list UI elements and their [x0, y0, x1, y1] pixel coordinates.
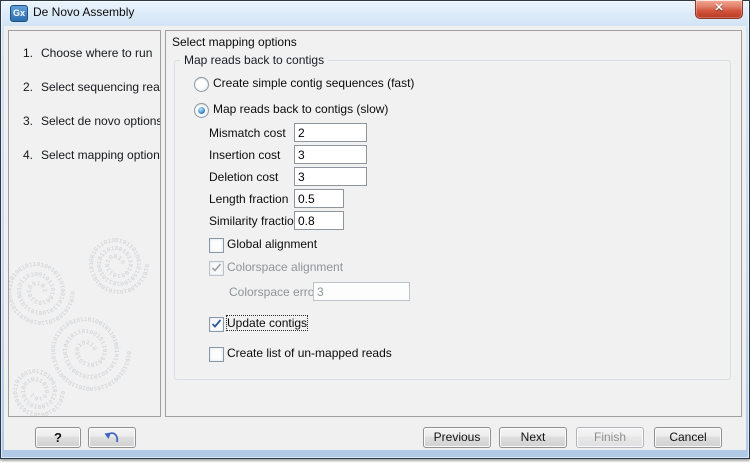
global-alignment-label[interactable]: Global alignment: [227, 237, 317, 251]
radio-simple-contig-label[interactable]: Create simple contig sequences (fast): [213, 76, 414, 90]
mismatch-cost-label: Mismatch cost: [209, 126, 286, 140]
colorspace-error-cost-input: [313, 282, 410, 301]
step-number: 1.: [23, 46, 33, 60]
radio-map-back[interactable]: [194, 103, 209, 118]
unmapped-reads-label[interactable]: Create list of un-mapped reads: [227, 346, 392, 360]
insertion-cost-label: Insertion cost: [209, 148, 280, 162]
similarity-fraction-label: Similarity fraction: [209, 214, 300, 228]
finish-button: Finish: [576, 427, 644, 448]
radio-map-back-label[interactable]: Map reads back to contigs (slow): [213, 102, 388, 116]
de-novo-assembly-window: Gx De Novo Assembly ✕ 1. Choose where to…: [0, 0, 750, 463]
cancel-button[interactable]: Cancel: [654, 427, 722, 448]
groupbox-title: Map reads back to contigs: [180, 53, 328, 67]
gx-app-icon: Gx: [10, 5, 28, 22]
step-number: 4.: [23, 148, 33, 162]
step-number: 3.: [23, 114, 33, 128]
insertion-cost-input[interactable]: [294, 145, 367, 164]
reset-button[interactable]: [88, 427, 136, 448]
length-fraction-label: Length fraction: [209, 192, 288, 206]
step-label: Select sequencing reads: [41, 80, 161, 94]
colorspace-alignment-label: Colorspace alignment: [227, 260, 343, 274]
update-contigs-checkbox[interactable]: [209, 317, 224, 332]
global-alignment-checkbox[interactable]: [209, 238, 224, 253]
step-label: Select mapping options: [41, 148, 161, 162]
step-label: Choose where to run: [41, 46, 152, 60]
mismatch-cost-input[interactable]: [294, 123, 367, 142]
colorspace-alignment-checkbox: [209, 261, 224, 276]
map-reads-groupbox: Map reads back to contigs Create simple …: [174, 60, 731, 380]
previous-button[interactable]: Previous: [423, 427, 491, 448]
radio-simple-contig[interactable]: [194, 77, 209, 92]
deletion-cost-label: Deletion cost: [209, 170, 278, 184]
svg-text:010110100101101001011010010110: 0101101001011010010110100101101001011010…: [9, 31, 76, 326]
next-button[interactable]: Next: [499, 427, 567, 448]
mapping-options-panel: Select mapping options Map reads back to…: [165, 30, 742, 417]
close-button[interactable]: ✕: [695, 0, 743, 19]
step-label: Select de novo options: [41, 114, 161, 128]
wizard-steps-panel: 1. Choose where to run 2. Select sequenc…: [8, 30, 161, 417]
window-title: De Novo Assembly: [33, 5, 134, 19]
length-fraction-input[interactable]: [294, 189, 344, 208]
step-heading: Select mapping options: [172, 35, 297, 49]
dialog-client-area: 1. Choose where to run 2. Select sequenc…: [4, 26, 746, 450]
svg-text:010110100101101001011010010110: 0101101001011010010110100101101001011010…: [9, 31, 150, 295]
similarity-fraction-input[interactable]: [294, 211, 344, 230]
unmapped-reads-checkbox[interactable]: [209, 347, 224, 362]
deletion-cost-input[interactable]: [294, 167, 367, 186]
help-button[interactable]: ?: [35, 427, 81, 448]
step-number: 2.: [23, 80, 33, 94]
undo-arrow-icon: [102, 428, 122, 444]
update-contigs-label[interactable]: Update contigs: [227, 316, 307, 330]
titlebar[interactable]: Gx De Novo Assembly ✕: [0, 0, 748, 26]
